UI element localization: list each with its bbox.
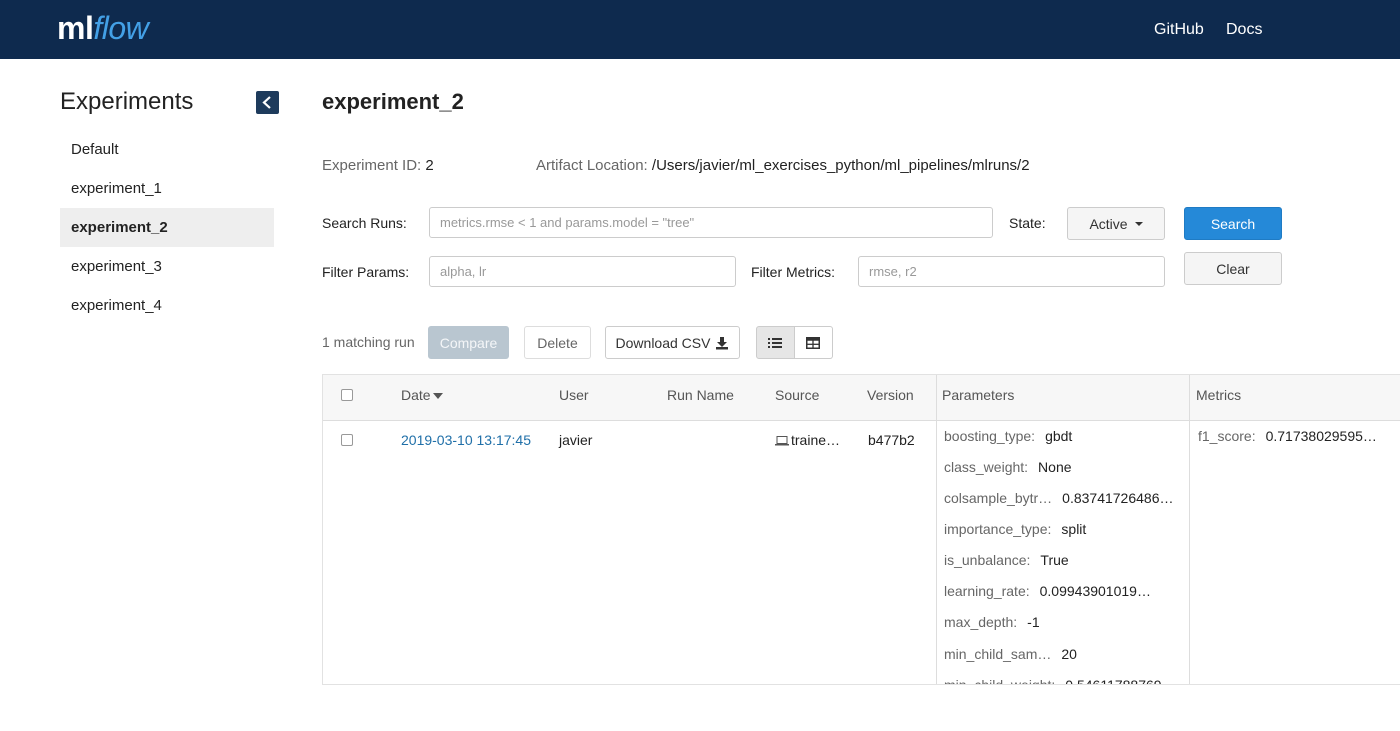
run-source[interactable]: traine…: [775, 432, 840, 448]
logo-ml-text: ml: [57, 10, 94, 46]
column-header-run-name[interactable]: Run Name: [667, 387, 734, 403]
param-value: None: [1038, 459, 1072, 475]
select-all-checkbox[interactable]: [341, 389, 353, 401]
param-value: True: [1040, 552, 1069, 568]
row-select-checkbox[interactable]: [341, 434, 353, 446]
sidebar-title: Experiments: [60, 88, 194, 115]
experiment-id-value: 2: [425, 157, 434, 174]
compare-button[interactable]: Compare: [428, 326, 509, 359]
mlflow-logo[interactable]: mlflow: [57, 10, 149, 47]
param-value: 20: [1061, 646, 1077, 662]
search-button[interactable]: Search: [1184, 207, 1282, 240]
collapse-sidebar-button[interactable]: [256, 91, 279, 114]
param-value: -1: [1027, 614, 1040, 630]
param-item: class_weight: None: [944, 459, 1072, 475]
run-source-label: traine…: [791, 432, 841, 448]
param-key: boosting_type:: [944, 428, 1036, 444]
metric-key: f1_score:: [1198, 428, 1256, 444]
param-key: class_weight:: [944, 459, 1029, 475]
experiment-item-1[interactable]: experiment_1: [60, 169, 274, 208]
column-divider: [936, 375, 937, 421]
column-divider: [1189, 421, 1190, 684]
clear-button[interactable]: Clear: [1184, 252, 1282, 285]
metric-value: 0.71738029595…: [1265, 428, 1377, 444]
param-item: colsample_bytr… 0.83741726486…: [944, 490, 1173, 506]
state-dropdown[interactable]: Active: [1067, 207, 1165, 240]
param-value: 0.09943901019…: [1039, 583, 1151, 599]
logo-flow-text: flow: [93, 10, 149, 46]
experiment-id: Experiment ID: 2: [322, 157, 434, 174]
column-header-date-label: Date: [401, 387, 431, 403]
param-key: max_depth:: [944, 614, 1018, 630]
param-item: learning_rate: 0.09943901019…: [944, 583, 1151, 599]
docs-link[interactable]: Docs: [1226, 21, 1262, 39]
param-item: max_depth: -1: [944, 614, 1040, 630]
delete-button[interactable]: Delete: [524, 326, 591, 359]
param-key: min_child_sam…: [944, 646, 1052, 662]
column-header-metrics: Metrics: [1196, 387, 1242, 403]
param-item: boosting_type: gbdt: [944, 428, 1072, 444]
table-header: Date User Run Name Source Version Parame…: [323, 375, 1400, 421]
experiment-item-2[interactable]: experiment_2: [60, 208, 274, 247]
param-key: min_child_weight:: [944, 677, 1056, 685]
search-runs-input[interactable]: [429, 207, 993, 238]
param-item: is_unbalance: True: [944, 552, 1069, 568]
list-view-button[interactable]: [756, 326, 795, 359]
filter-params-input[interactable]: [429, 256, 736, 287]
param-item: min_child_weight: 0.54611788769…: [944, 677, 1176, 685]
page-title: experiment_2: [322, 89, 464, 114]
param-key: colsample_bytr…: [944, 490, 1053, 506]
run-date-link[interactable]: 2019-03-10 13:17:45: [401, 432, 531, 448]
filter-params-label: Filter Params:: [322, 264, 410, 280]
experiment-item-4[interactable]: experiment_4: [60, 286, 274, 325]
column-header-parameters: Parameters: [942, 387, 1015, 403]
param-key: importance_type:: [944, 521, 1052, 537]
download-csv-label: Download CSV: [615, 334, 711, 351]
runs-table: Date User Run Name Source Version Parame…: [322, 374, 1400, 685]
grid-view-button[interactable]: [794, 326, 833, 359]
param-value: 0.54611788769…: [1065, 677, 1176, 685]
param-value: split: [1061, 521, 1087, 537]
experiment-id-label: Experiment ID:: [322, 157, 422, 174]
sort-desc-icon: [432, 393, 443, 400]
param-key: is_unbalance:: [944, 552, 1031, 568]
laptop-icon: [775, 436, 789, 446]
column-divider: [936, 421, 937, 684]
artifact-location-label: Artifact Location:: [536, 157, 648, 174]
grid-view-icon: [806, 336, 821, 349]
state-label: State:: [1009, 215, 1046, 231]
run-version: b477b2: [868, 432, 915, 448]
chevron-left-icon: [262, 96, 271, 109]
column-divider: [1189, 375, 1190, 421]
artifact-location: Artifact Location: /Users/javier/ml_exer…: [536, 157, 1030, 174]
param-value: 0.83741726486…: [1062, 490, 1174, 506]
download-csv-button[interactable]: Download CSV: [605, 326, 740, 359]
param-item: min_child_sam… 20: [944, 646, 1077, 662]
experiment-item-3[interactable]: experiment_3: [60, 247, 274, 286]
filter-metrics-label: Filter Metrics:: [751, 264, 835, 280]
column-header-source[interactable]: Source: [775, 387, 819, 403]
column-header-version[interactable]: Version: [867, 387, 914, 403]
param-value: gbdt: [1045, 428, 1073, 444]
metric-item: f1_score: 0.71738029595…: [1198, 428, 1377, 444]
column-header-date[interactable]: Date: [401, 387, 443, 403]
experiment-item-default[interactable]: Default: [60, 130, 274, 169]
search-runs-label: Search Runs:: [322, 215, 407, 231]
column-header-user[interactable]: User: [559, 387, 589, 403]
filter-metrics-input[interactable]: [858, 256, 1165, 287]
state-dropdown-value: Active: [1089, 215, 1128, 232]
top-navbar: mlflow GitHub Docs: [0, 0, 1400, 59]
param-key: learning_rate:: [944, 583, 1030, 599]
list-view-icon: [768, 337, 783, 348]
matching-runs-count: 1 matching run: [322, 334, 415, 350]
caret-down-icon: [1134, 221, 1143, 226]
download-icon: [716, 336, 729, 349]
view-toggle: [756, 326, 833, 359]
experiment-list: Default experiment_1 experiment_2 experi…: [60, 130, 274, 325]
run-user: javier: [559, 432, 593, 448]
github-link[interactable]: GitHub: [1154, 21, 1204, 39]
param-item: importance_type: split: [944, 521, 1086, 537]
artifact-location-value: /Users/javier/ml_exercises_python/ml_pip…: [651, 157, 1030, 174]
